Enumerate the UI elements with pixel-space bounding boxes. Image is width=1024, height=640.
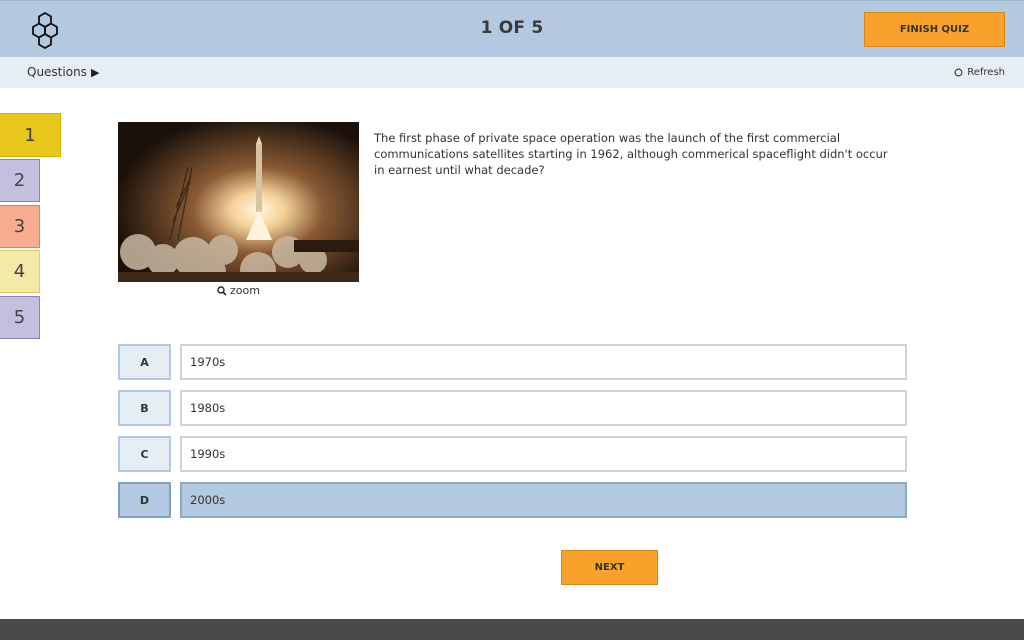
refresh-circle-icon — [954, 68, 963, 77]
question-image[interactable] — [118, 122, 359, 282]
zoom-link[interactable]: zoom — [118, 284, 359, 297]
answer-letter[interactable]: B — [118, 390, 171, 426]
quiz-page: 1 OF 5 FINISH QUIZ Questions ▶ Refresh 1… — [0, 0, 1024, 640]
question-nav-item[interactable]: 5 — [0, 296, 40, 339]
question-text: The first phase of private space operati… — [374, 131, 888, 177]
answer-text[interactable]: 1990s — [180, 436, 907, 472]
play-triangle-icon: ▶ — [90, 65, 100, 79]
answer-option[interactable]: D 2000s — [118, 482, 907, 518]
questions-label: Questions — [27, 65, 87, 79]
refresh-label: Refresh — [967, 67, 1005, 78]
questions-toggle[interactable]: Questions ▶ — [27, 65, 99, 79]
answer-option[interactable]: C 1990s — [118, 436, 907, 472]
next-button[interactable]: NEXT — [561, 550, 658, 585]
question-nav-item[interactable]: 4 — [0, 250, 40, 293]
question-nav-item[interactable]: 1 — [0, 113, 61, 157]
answer-text[interactable]: 1980s — [180, 390, 907, 426]
answer-option[interactable]: B 1980s — [118, 390, 907, 426]
answer-option[interactable]: A 1970s — [118, 344, 907, 380]
question-nav-item[interactable]: 3 — [0, 205, 40, 248]
answer-letter[interactable]: D — [118, 482, 171, 518]
answer-letter[interactable]: C — [118, 436, 171, 472]
refresh-button[interactable]: Refresh — [954, 67, 1005, 78]
footer-bar — [0, 619, 1024, 640]
answer-letter[interactable]: A — [118, 344, 171, 380]
answer-text[interactable]: 2000s — [180, 482, 907, 518]
answer-text[interactable]: 1970s — [180, 344, 907, 380]
finish-quiz-button[interactable]: FINISH QUIZ — [864, 12, 1005, 47]
sub-bar: Questions ▶ Refresh — [0, 57, 1024, 88]
magnifier-icon — [217, 285, 227, 296]
rocket-launch-image — [118, 122, 359, 282]
question-nav-item[interactable]: 2 — [0, 159, 40, 202]
top-bar: 1 OF 5 FINISH QUIZ — [0, 0, 1024, 57]
zoom-label: zoom — [230, 284, 260, 297]
